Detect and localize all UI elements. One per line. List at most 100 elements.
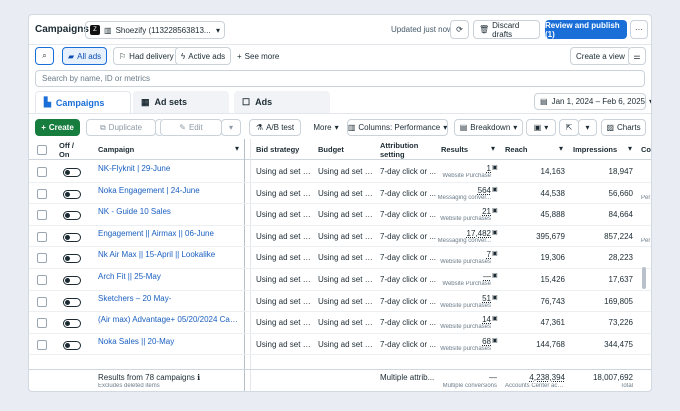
row-checkbox[interactable] — [37, 210, 47, 221]
filter-all-ads[interactable]: ▰ All ads — [62, 47, 108, 65]
table-row[interactable]: Noka Sales || 20-May Using ad set bid... U… — [29, 334, 651, 356]
campaign-name-link[interactable]: Arch Fit || 25-May — [98, 272, 240, 281]
reach-sort-icon[interactable]: ▾ — [559, 144, 563, 153]
select-all-checkbox[interactable] — [37, 145, 47, 155]
col-header-impressions[interactable]: Impressions — [573, 145, 629, 154]
edit-button[interactable]: ✎ Edit — [160, 119, 222, 136]
campaign-name-link[interactable]: NK - Guide 10 Sales — [98, 207, 240, 216]
budget-cell: Using ad set bu... — [318, 296, 376, 306]
campaign-toggle[interactable] — [63, 168, 81, 177]
row-checkbox[interactable] — [37, 231, 47, 242]
plus-icon: + — [41, 123, 46, 132]
results-sort-icon[interactable]: ▾ — [491, 144, 495, 153]
table-row[interactable]: NK - Guide 10 Sales Using ad set bid... Us… — [29, 204, 651, 226]
campaign-toggle[interactable] — [63, 297, 81, 307]
campaign-toggle[interactable] — [63, 232, 81, 242]
results-cell: 14 — [482, 315, 491, 325]
discard-drafts-button[interactable]: 🗑 Discard drafts — [473, 20, 540, 39]
search-input[interactable]: Search by name, ID or metrics — [35, 70, 645, 87]
tab-ad-sets[interactable]: ▦ Ad sets — [133, 91, 229, 113]
filter-settings-button[interactable]: ⚌ — [628, 47, 646, 65]
table-row[interactable]: Arch Fit || 25-May Using ad set bid... Usi… — [29, 269, 651, 291]
columns-button[interactable]: ▥ Columns: Performance ▾ — [347, 119, 448, 136]
col-header-co[interactable]: Co — [641, 145, 651, 154]
table-row[interactable]: Sketchers – 20 May- Using ad set bid... Us… — [29, 291, 651, 313]
search-toggle-button[interactable]: ⌕ — [35, 47, 54, 65]
breakdown-icon: ▤ — [459, 123, 468, 132]
charts-button[interactable]: ▨ Charts — [601, 119, 646, 136]
refresh-button[interactable]: ⟳ — [450, 20, 469, 39]
campaign-name-link[interactable]: NK-Flyknit | 29-June — [98, 164, 240, 173]
filter-active-ads[interactable]: ϟ Active ads — [175, 47, 232, 65]
more-menu-button[interactable]: ··· — [630, 20, 648, 39]
review-publish-button[interactable]: Review and publish (1) — [545, 20, 627, 39]
campaign-toggle[interactable] — [63, 340, 81, 350]
row-checkbox[interactable] — [37, 339, 47, 350]
export-button[interactable]: ⇱ — [559, 119, 579, 136]
vertical-scrollbar[interactable] — [642, 267, 646, 289]
row-checkbox[interactable] — [37, 167, 47, 177]
table-row[interactable]: NK-Flyknit | 29-June Using ad set bid... U… — [29, 161, 651, 183]
campaign-name-link[interactable]: Nk Air Max || 15-April || Lookalike — [98, 250, 240, 259]
col-header-bid-strategy[interactable]: Bid strategy — [256, 145, 314, 154]
campaign-name-link[interactable]: Noka Sales || 20-May — [98, 337, 240, 346]
plus-icon: + — [237, 51, 242, 61]
campaign-name-link[interactable]: Noka Engagement | 24-June — [98, 186, 240, 195]
campaign-name-link[interactable]: Engagement || Airmax || 06-June — [98, 229, 240, 238]
campaign-toggle[interactable] — [63, 254, 81, 264]
impressions-cell: 56,660 — [608, 188, 633, 198]
col-header-campaign[interactable]: Campaign — [98, 145, 238, 154]
campaign-name-link[interactable]: Sketchers – 20 May- — [98, 294, 240, 303]
account-selector[interactable]: Z ▥ Shoezify (113228563813... ▾ — [85, 21, 225, 39]
co-cell: Per — [641, 237, 651, 244]
bid-strategy-cell: Using ad set bid... — [256, 188, 314, 198]
info-icon: ℹ — [197, 373, 201, 382]
table-row[interactable]: Noka Engagement | 24-June Using ad set bi… — [29, 183, 651, 205]
results-cell: — — [483, 272, 491, 281]
row-checkbox[interactable] — [37, 275, 47, 285]
footer-divider — [29, 369, 651, 370]
table-row[interactable]: (Air max) Advantage+ 05/20/2024 Campaign… — [29, 312, 651, 334]
charts-label: Charts — [617, 123, 641, 132]
campaign-toggle[interactable] — [63, 211, 81, 221]
breakdown-button[interactable]: ▤ Breakdown ▾ — [454, 119, 523, 136]
filter-had-delivery[interactable]: ⚐ Had delivery — [113, 47, 180, 65]
budget-cell: Using ad set bu... — [318, 275, 376, 284]
duplicate-button[interactable]: ⧉ Duplicate — [86, 119, 156, 136]
col-header-reach[interactable]: Reach — [505, 145, 555, 154]
row-checkbox[interactable] — [37, 253, 47, 264]
row-checkbox[interactable] — [37, 318, 47, 329]
reach-cell: 15,426 — [540, 275, 565, 284]
col-header-budget[interactable]: Budget — [318, 145, 376, 154]
col-header-attribution[interactable]: Attribution setting — [380, 141, 432, 159]
footer-results-label: Results from 78 campaigns — [98, 373, 195, 382]
campaign-name-link[interactable]: (Air max) Advantage+ 05/20/2024 Campaign — [98, 315, 240, 324]
more-button[interactable]: More ▾ — [305, 119, 347, 136]
see-more-button[interactable]: + See more — [232, 47, 285, 65]
tab-campaigns[interactable]: ▙ Campaigns — [35, 91, 131, 113]
impressions-sort-icon[interactable]: ▾ — [628, 144, 632, 153]
sort-icon[interactable]: ▾ — [235, 144, 239, 153]
ab-test-button[interactable]: ⚗ A/B test — [249, 119, 301, 136]
campaign-toggle[interactable] — [63, 189, 81, 199]
date-range-picker[interactable]: ▤ Jan 1, 2024 – Feb 6, 2025 ▾ — [534, 93, 651, 110]
reports-button[interactable]: ▣ ▾ — [526, 119, 556, 136]
create-view-button[interactable]: Create a view — [570, 47, 631, 65]
attribution-cell: 7-day click or ... — [380, 275, 436, 284]
table-row[interactable]: Nk Air Max || 15-April || Lookalike Using… — [29, 247, 651, 269]
campaign-toggle[interactable] — [63, 276, 81, 285]
export-dropdown[interactable]: ▾ — [578, 119, 597, 136]
create-button[interactable]: + Create — [35, 119, 80, 136]
results-info-icon: ▣ — [492, 294, 498, 301]
reach-cell: 76,743 — [540, 296, 565, 306]
row-checkbox[interactable] — [37, 296, 47, 307]
col-header-results[interactable]: Results — [441, 145, 491, 154]
col-header-onoff[interactable]: Off / On — [59, 141, 85, 159]
edit-dropdown[interactable]: ▾ — [221, 119, 241, 136]
tab-ads[interactable]: ☐ Ads — [234, 91, 330, 113]
table-row[interactable]: Engagement || Airmax || 06-June Using ad … — [29, 226, 651, 248]
campaign-toggle[interactable] — [63, 319, 81, 329]
page-title: Campaigns — [35, 24, 89, 35]
row-checkbox[interactable] — [37, 188, 47, 199]
delivery-icon: ⚐ — [119, 51, 127, 61]
